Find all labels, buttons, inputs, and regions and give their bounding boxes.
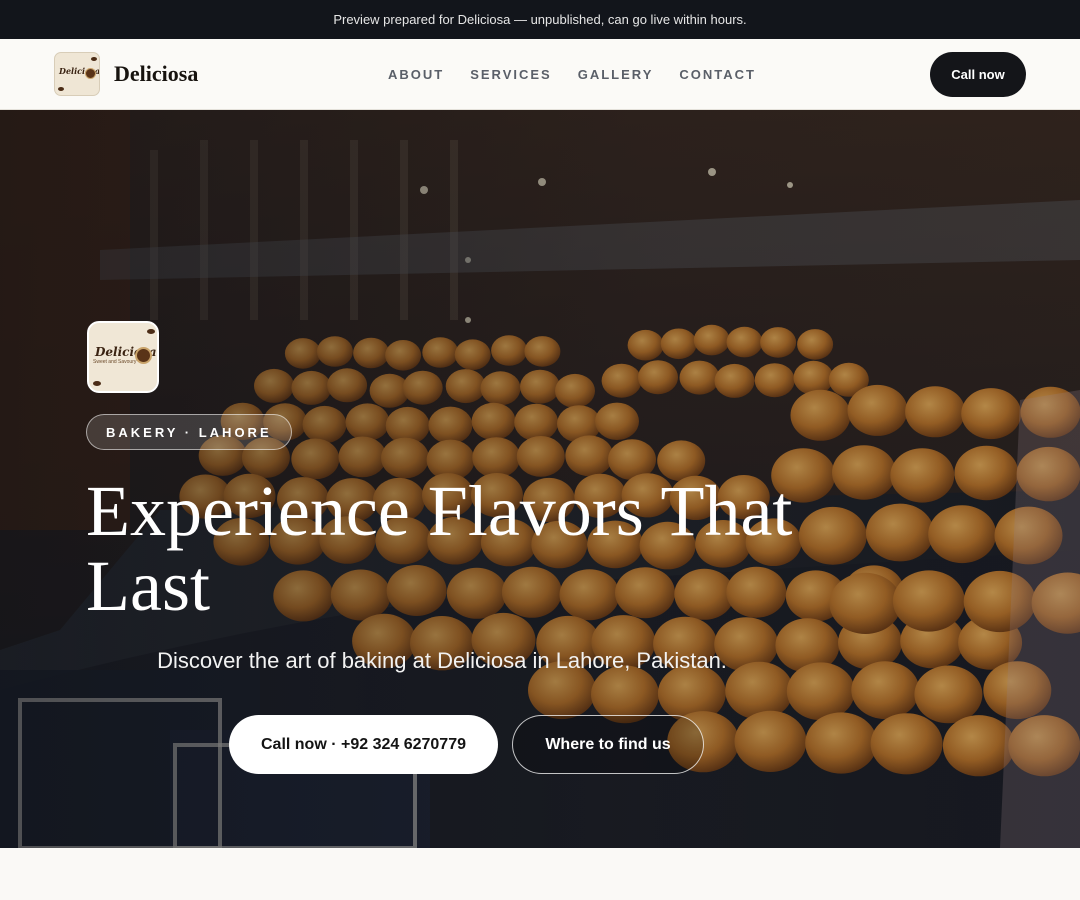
coffee-bean-icon — [91, 57, 97, 61]
coffee-bean-icon — [93, 381, 101, 386]
main-nav: ABOUT SERVICES GALLERY CONTACT — [388, 39, 756, 109]
coffee-bean-icon — [58, 87, 64, 91]
coffee-bean-icon — [147, 329, 155, 334]
site-header: Deliciosa Deliciosa ABOUT SERVICES GALLE… — [0, 39, 1080, 110]
category-tag: BAKERY · LAHORE — [86, 414, 292, 450]
preview-banner: Preview prepared for Deliciosa — unpubli… — [0, 0, 1080, 39]
location-button[interactable]: Where to find us — [512, 715, 704, 774]
call-now-button[interactable]: Call now — [930, 52, 1026, 97]
preview-banner-text: Preview prepared for Deliciosa — unpubli… — [333, 12, 747, 27]
next-section — [0, 848, 1080, 900]
seal-icon — [135, 347, 152, 364]
brand-logo: Deliciosa — [54, 52, 100, 96]
hero-logo: Deliciosa Sweet and Savoury — [87, 321, 159, 393]
call-phone-button[interactable]: Call now · +92 324 6270779 — [229, 715, 498, 774]
nav-services[interactable]: SERVICES — [470, 67, 552, 82]
brand-name: Deliciosa — [114, 61, 199, 86]
nav-about[interactable]: ABOUT — [388, 67, 444, 82]
brand[interactable]: Deliciosa Deliciosa — [54, 52, 198, 96]
hero-section: Deliciosa Sweet and Savoury BAKERY · LAH… — [0, 110, 1080, 848]
hero-logo-subtext: Sweet and Savoury — [93, 359, 137, 365]
seal-icon — [85, 68, 96, 79]
hero-subheadline: Discover the art of baking at Deliciosa … — [157, 648, 727, 673]
hero-headline: Experience Flavors That Last — [86, 471, 793, 626]
nav-gallery[interactable]: GALLERY — [578, 67, 654, 82]
nav-contact[interactable]: CONTACT — [679, 67, 756, 82]
